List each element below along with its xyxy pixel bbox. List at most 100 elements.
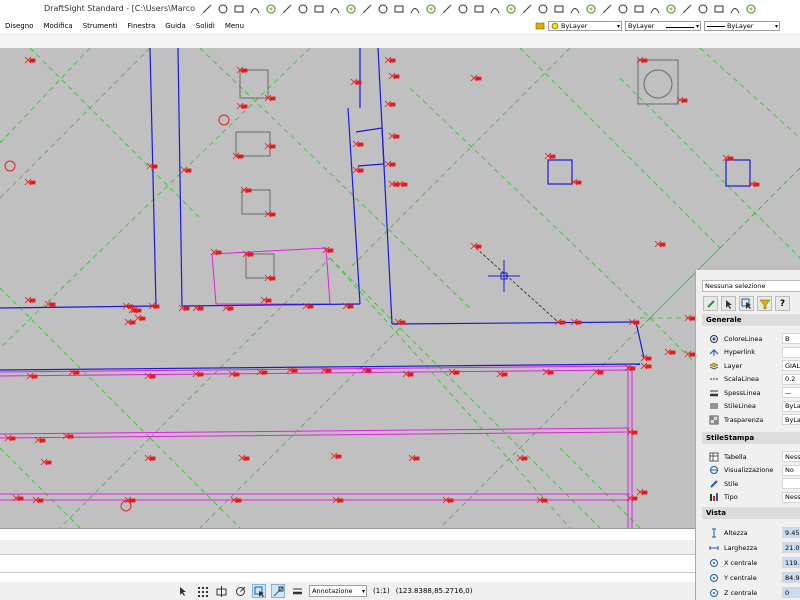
property-row-layer[interactable]: Layer GIAL — [696, 359, 800, 372]
property-row-hyperlink[interactable]: Hyperlink — [696, 346, 800, 359]
toolbar-button-13[interactable] — [408, 2, 422, 16]
toggle-pickadd-button[interactable] — [703, 296, 718, 311]
property-value[interactable]: No — [782, 464, 800, 476]
toolbar-button-29[interactable] — [664, 2, 678, 16]
toolbar-button-24[interactable] — [584, 2, 598, 16]
property-value[interactable]: — — [782, 387, 800, 398]
property-value[interactable]: 84.90 — [782, 572, 800, 583]
toolbar-button-14[interactable] — [424, 2, 438, 16]
toolbar-button-32[interactable] — [712, 2, 726, 16]
menu-solidi[interactable]: Solidi — [191, 22, 220, 30]
toolbar-button-3[interactable] — [248, 2, 262, 16]
property-row-x-centrale[interactable]: X centrale 119.3 — [696, 556, 800, 569]
lineweight-combo-value: ByLayer — [727, 22, 754, 30]
menu-menu[interactable]: Menu — [220, 22, 249, 30]
property-row-visualizzazione[interactable]: Visualizzazione No — [696, 464, 800, 477]
toolbar-button-8[interactable] — [328, 2, 342, 16]
property-value[interactable]: 0.2 — [782, 373, 800, 385]
filter-icon — [758, 299, 771, 309]
lineweight-combo[interactable]: ByLayer ▾ — [704, 21, 780, 31]
polar-toggle[interactable] — [233, 584, 247, 598]
lineweight-toggle[interactable] — [290, 584, 304, 598]
property-value[interactable]: Nesso — [782, 491, 800, 503]
property-value[interactable] — [782, 346, 800, 358]
toolbar-button-16[interactable] — [456, 2, 470, 16]
property-value[interactable]: ByLay — [782, 400, 800, 412]
x-center-icon — [708, 557, 720, 569]
toolbar-button-6[interactable] — [296, 2, 310, 16]
toolbar-button-22[interactable] — [552, 2, 566, 16]
property-row-altezza[interactable]: Altezza 9.450 — [696, 526, 800, 539]
layer-manager-icon[interactable] — [535, 21, 545, 31]
toolbar-button-18[interactable] — [488, 2, 502, 16]
toolbar-button-25[interactable] — [600, 2, 614, 16]
toolbar-button-21[interactable] — [536, 2, 550, 16]
menu-finestra[interactable]: Finestra — [122, 22, 160, 30]
drawing-canvas[interactable] — [0, 48, 800, 528]
toolbar-button-1[interactable] — [216, 2, 230, 16]
section-stilestampa[interactable]: StileStampa — [702, 432, 800, 444]
property-row-stilelinea[interactable]: StileLinea ByLay — [696, 400, 800, 413]
toolbar-button-12[interactable] — [392, 2, 406, 16]
property-row-y-centrale[interactable]: Y centrale 84.90 — [696, 571, 800, 584]
menu-strumenti[interactable]: Strumenti — [78, 22, 123, 30]
toolbar-button-23[interactable] — [568, 2, 582, 16]
property-value[interactable]: B — [782, 333, 800, 344]
toolbar-button-9[interactable] — [344, 2, 358, 16]
etrack-toggle[interactable] — [271, 584, 285, 598]
property-value[interactable]: 9.450 — [782, 527, 800, 538]
grid-toggle[interactable] — [195, 584, 209, 598]
menu-disegno[interactable]: Disegno — [0, 22, 38, 30]
filter-button[interactable] — [757, 296, 772, 311]
property-value[interactable]: Nesso — [782, 451, 800, 462]
color-combo[interactable]: ByLayer ▾ — [548, 21, 622, 31]
toolbar-button-2[interactable] — [232, 2, 246, 16]
property-value[interactable]: 0 — [782, 587, 800, 598]
property-row-z-centrale[interactable]: Z centrale 0 — [696, 586, 800, 599]
help-button[interactable]: ? — [775, 296, 790, 311]
toolbar-button-11[interactable] — [376, 2, 390, 16]
quick-select-button[interactable] — [739, 296, 754, 311]
ortho-toggle[interactable] — [214, 584, 228, 598]
esnap-toggle[interactable] — [252, 584, 266, 598]
section-generale[interactable]: Generale — [702, 314, 800, 326]
menu-guida[interactable]: Guida — [160, 22, 191, 30]
toolbar-button-19[interactable] — [504, 2, 518, 16]
section-vista[interactable]: Vista — [702, 507, 800, 519]
toolbar-button-7[interactable] — [312, 2, 326, 16]
toolbar-button-15[interactable] — [440, 2, 454, 16]
property-value[interactable]: 21.00 — [782, 542, 800, 553]
toolbar-button-0[interactable] — [200, 2, 214, 16]
property-row-colorelinea[interactable]: ColoreLinea B — [696, 332, 800, 345]
property-row-tabella[interactable]: Tabella Nesso — [696, 450, 800, 463]
toolbar-button-31[interactable] — [696, 2, 710, 16]
property-value[interactable]: GIAL — [782, 360, 800, 371]
property-value[interactable]: 119.3 — [782, 557, 800, 568]
command-input[interactable] — [0, 556, 695, 573]
property-row-spesslinea[interactable]: SpessLinea — — [696, 386, 800, 399]
selection-combo[interactable]: Nessuna selezione — [702, 280, 800, 292]
property-row-scalalinea[interactable]: ScalaLinea 0.2 — [696, 373, 800, 386]
property-value[interactable] — [782, 478, 800, 489]
toolbar-button-33[interactable] — [728, 2, 742, 16]
snap-toggle[interactable] — [176, 584, 190, 598]
property-row-larghezza[interactable]: Larghezza 21.00 — [696, 541, 800, 554]
toolbar-button-17[interactable] — [472, 2, 486, 16]
menu-modifica[interactable]: Modifica — [38, 22, 77, 30]
toolbar-button-27[interactable] — [632, 2, 646, 16]
annotation-scale-combo[interactable]: Annotazione ▾ — [309, 585, 367, 597]
property-row-tipo[interactable]: Tipo Nesso — [696, 491, 800, 504]
toolbar-button-26[interactable] — [616, 2, 630, 16]
toolbar-button-4[interactable] — [264, 2, 278, 16]
linestyle-combo[interactable]: ByLayer ▾ — [625, 21, 701, 31]
toolbar-button-30[interactable] — [680, 2, 694, 16]
select-objects-button[interactable] — [721, 296, 736, 311]
toolbar-button-10[interactable] — [360, 2, 374, 16]
toolbar-button-5[interactable] — [280, 2, 294, 16]
toolbar-button-34[interactable] — [744, 2, 758, 16]
property-row-trasparenza[interactable]: Trasparenza ByLay — [696, 413, 800, 426]
property-row-stile[interactable]: Stile — [696, 477, 800, 490]
toolbar-button-20[interactable] — [520, 2, 534, 16]
toolbar-button-28[interactable] — [648, 2, 662, 16]
property-value[interactable]: ByLay — [782, 414, 800, 425]
